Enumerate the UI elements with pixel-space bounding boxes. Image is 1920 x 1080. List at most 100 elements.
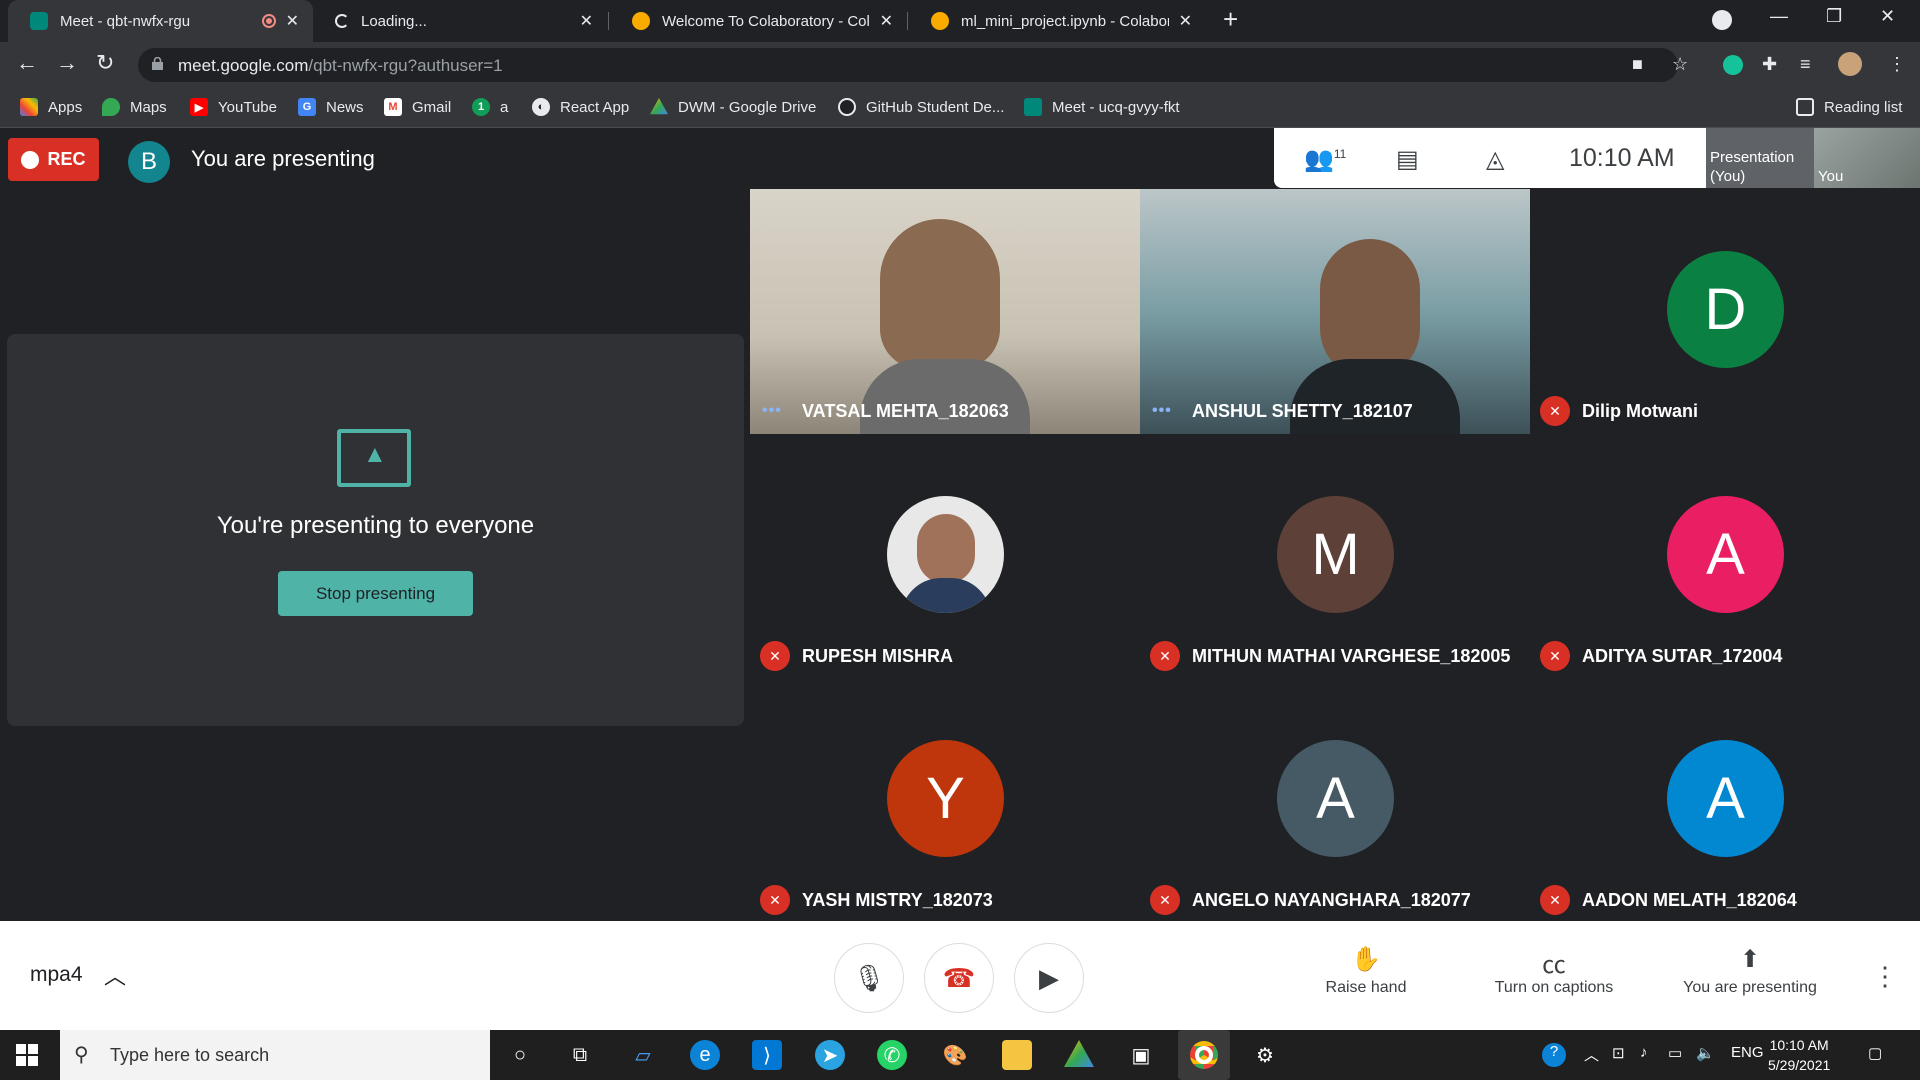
paint-icon[interactable]: 🎨 bbox=[940, 1040, 970, 1070]
bookmark-maps[interactable]: Maps bbox=[102, 98, 167, 116]
bookmark-youtube[interactable]: ▶ YouTube bbox=[190, 98, 277, 116]
raise-hand-button[interactable]: ✋ Raise hand bbox=[1318, 945, 1414, 997]
google-drive-icon[interactable] bbox=[1064, 1040, 1094, 1067]
url-text: meet.google.com/qbt-nwfx-rgu?authuser=1 bbox=[178, 56, 503, 75]
battery-icon[interactable]: ▭ bbox=[1668, 1044, 1682, 1062]
profile-avatar[interactable] bbox=[1838, 52, 1862, 76]
search-placeholder: Type here to search bbox=[110, 1045, 270, 1065]
help-icon[interactable]: ? bbox=[1542, 1043, 1566, 1067]
tab-meet[interactable]: Meet - qbt-nwfx-rgu ✕ bbox=[8, 0, 313, 42]
speaking-indicator-icon: ••• bbox=[762, 402, 782, 419]
recording-button[interactable]: REC bbox=[8, 138, 99, 181]
bookmark-a[interactable]: 1a bbox=[472, 98, 508, 116]
participant-tile[interactable]: ••• ANSHUL SHETTY_182107 bbox=[1140, 189, 1530, 434]
task-view-icon[interactable]: ⧉ bbox=[565, 1040, 595, 1070]
chat-icon[interactable]: ▤ bbox=[1396, 145, 1419, 174]
participant-tile[interactable]: A ✕ ANGELO NAYANGHARA_182077 bbox=[1140, 678, 1530, 923]
windows-start-icon[interactable] bbox=[16, 1044, 38, 1066]
reload-icon[interactable]: ↻ bbox=[96, 50, 114, 76]
participant-tile[interactable]: D ✕ Dilip Motwani bbox=[1530, 189, 1920, 434]
pc-icon[interactable]: ▱ bbox=[628, 1040, 658, 1070]
participant-tile[interactable]: ••• VATSAL MEHTA_182063 bbox=[750, 189, 1140, 434]
bookmark-news[interactable]: G News bbox=[298, 98, 364, 116]
notifications-icon[interactable]: ▢ bbox=[1868, 1044, 1882, 1062]
close-tab-icon[interactable]: ✕ bbox=[1179, 11, 1192, 31]
mic-off-icon: ✕ bbox=[1540, 396, 1570, 426]
language-indicator[interactable]: ENG bbox=[1731, 1044, 1764, 1061]
participant-tile[interactable]: Y ✕ YASH MISTRY_182073 bbox=[750, 678, 1140, 923]
participant-tile[interactable]: A ✕ ADITYA SUTAR_172004 bbox=[1530, 434, 1920, 679]
tab-search-icon[interactable] bbox=[1712, 10, 1732, 30]
telegram-icon[interactable]: ➤ bbox=[815, 1040, 845, 1070]
participant-name: RUPESH MISHRA bbox=[802, 646, 954, 666]
camera-in-use-icon[interactable]: ■ bbox=[1632, 54, 1643, 75]
close-tab-icon[interactable]: ✕ bbox=[580, 11, 593, 31]
grammarly-icon[interactable] bbox=[1723, 55, 1743, 75]
chrome-icon[interactable] bbox=[1178, 1030, 1230, 1080]
tab-colab-project[interactable]: ml_mini_project.ipynb - Colaboratory ✕ bbox=[909, 0, 1206, 42]
url-input[interactable]: meet.google.com/qbt-nwfx-rgu?authuser=1 bbox=[138, 48, 1678, 82]
participant-name: MITHUN MATHAI VARGHESE_182005 bbox=[1192, 646, 1511, 666]
file-explorer-icon[interactable] bbox=[1002, 1040, 1032, 1070]
tab-separator bbox=[608, 12, 609, 30]
participant-tile[interactable]: M ✕ MITHUN MATHAI VARGHESE_182005 bbox=[1140, 434, 1530, 679]
restore-icon[interactable]: ❐ bbox=[1826, 6, 1842, 27]
volume-icon[interactable]: 🔈 bbox=[1696, 1044, 1715, 1062]
participant-tile[interactable]: ✕ RUPESH MISHRA bbox=[750, 434, 1140, 679]
vscode-icon[interactable]: ⟩ bbox=[752, 1040, 782, 1070]
new-tab-icon[interactable]: + bbox=[1223, 4, 1238, 35]
bookmark-gmail[interactable]: M Gmail bbox=[384, 98, 451, 116]
bookmark-github[interactable]: GitHub Student De... bbox=[838, 98, 1004, 116]
self-view-tile[interactable]: Presentation (You) You bbox=[1706, 128, 1920, 188]
edge-icon[interactable]: e bbox=[690, 1040, 720, 1070]
tab-loading[interactable]: Loading... ✕ bbox=[313, 0, 607, 42]
captions-button[interactable]: ㏄ Turn on captions bbox=[1484, 945, 1624, 997]
meeting-details-chevron-icon[interactable]: ︿ bbox=[104, 959, 126, 991]
participant-name: YASH MISTRY_182073 bbox=[802, 890, 993, 910]
microphone-tray-icon[interactable]: ♪ bbox=[1640, 1044, 1648, 1061]
minimize-icon[interactable]: — bbox=[1770, 6, 1788, 27]
participant-name: AADON MELATH_182064 bbox=[1582, 890, 1797, 910]
reading-list-icon bbox=[1796, 98, 1814, 116]
extensions-icon[interactable]: ✚ bbox=[1762, 54, 1777, 75]
one-icon: 1 bbox=[472, 98, 490, 116]
tab-title: ml_mini_project.ipynb - Colaboratory bbox=[961, 12, 1169, 30]
photos-icon[interactable]: ▣ bbox=[1126, 1040, 1156, 1070]
bookmark-apps[interactable]: Apps bbox=[20, 98, 82, 116]
youtube-icon: ▶ bbox=[190, 98, 208, 116]
meet-icon bbox=[1024, 98, 1042, 116]
present-now-button[interactable]: ⬆ You are presenting bbox=[1674, 945, 1826, 997]
forward-icon[interactable]: → bbox=[56, 50, 78, 76]
back-icon[interactable]: ← bbox=[16, 50, 38, 76]
whatsapp-icon[interactable]: ✆ bbox=[877, 1040, 907, 1070]
bookmark-meet[interactable]: Meet - ucq-gvyy-fkt bbox=[1024, 98, 1180, 116]
cortana-icon[interactable]: ○ bbox=[505, 1040, 535, 1070]
microphone-button[interactable]: 🎙 bbox=[834, 943, 904, 1013]
meeting-controls: mpa4 ︿ 🎙 ☎ ▶ ✋ Raise hand ㏄ Turn on captio… bbox=[0, 921, 1920, 1030]
meet-now-icon[interactable]: ⊡ bbox=[1612, 1044, 1625, 1062]
close-tab-icon[interactable]: ✕ bbox=[880, 11, 893, 31]
taskbar-search-input[interactable]: ⚲ Type here to search bbox=[60, 1030, 490, 1080]
browser-menu-icon[interactable]: ⋮ bbox=[1888, 54, 1906, 75]
bookmark-star-icon[interactable]: ☆ bbox=[1672, 54, 1688, 75]
participant-video bbox=[1140, 189, 1530, 434]
people-icon[interactable]: 👥11 bbox=[1304, 145, 1346, 174]
close-tab-icon[interactable]: ✕ bbox=[286, 11, 299, 31]
activities-icon[interactable]: ◬ bbox=[1486, 145, 1504, 174]
bookmark-react-app[interactable]: ◐ React App bbox=[532, 98, 629, 116]
more-options-icon[interactable]: ⋮ bbox=[1872, 961, 1898, 992]
meet-favicon-icon bbox=[30, 12, 48, 30]
close-window-icon[interactable]: ✕ bbox=[1880, 6, 1895, 27]
camera-button[interactable]: ▶ bbox=[1014, 943, 1084, 1013]
reading-list-button[interactable]: Reading list bbox=[1796, 98, 1902, 116]
media-control-icon[interactable]: ≡ bbox=[1800, 54, 1811, 75]
bookmark-google-drive[interactable]: DWM - Google Drive bbox=[650, 98, 816, 116]
participant-tile[interactable]: A ✕ AADON MELATH_182064 bbox=[1530, 678, 1920, 923]
tab-colab-welcome[interactable]: Welcome To Colaboratory - Colab ✕ bbox=[610, 0, 907, 42]
show-hidden-icons-icon[interactable]: ︿ bbox=[1584, 1044, 1599, 1065]
hang-up-icon: ☎ bbox=[942, 962, 976, 993]
leave-call-button[interactable]: ☎ bbox=[924, 943, 994, 1013]
system-clock[interactable]: 10:10 AM 5/29/2021 bbox=[1768, 1035, 1830, 1075]
stop-presenting-button[interactable]: Stop presenting bbox=[278, 571, 473, 616]
settings-icon[interactable]: ⚙ bbox=[1250, 1040, 1280, 1070]
